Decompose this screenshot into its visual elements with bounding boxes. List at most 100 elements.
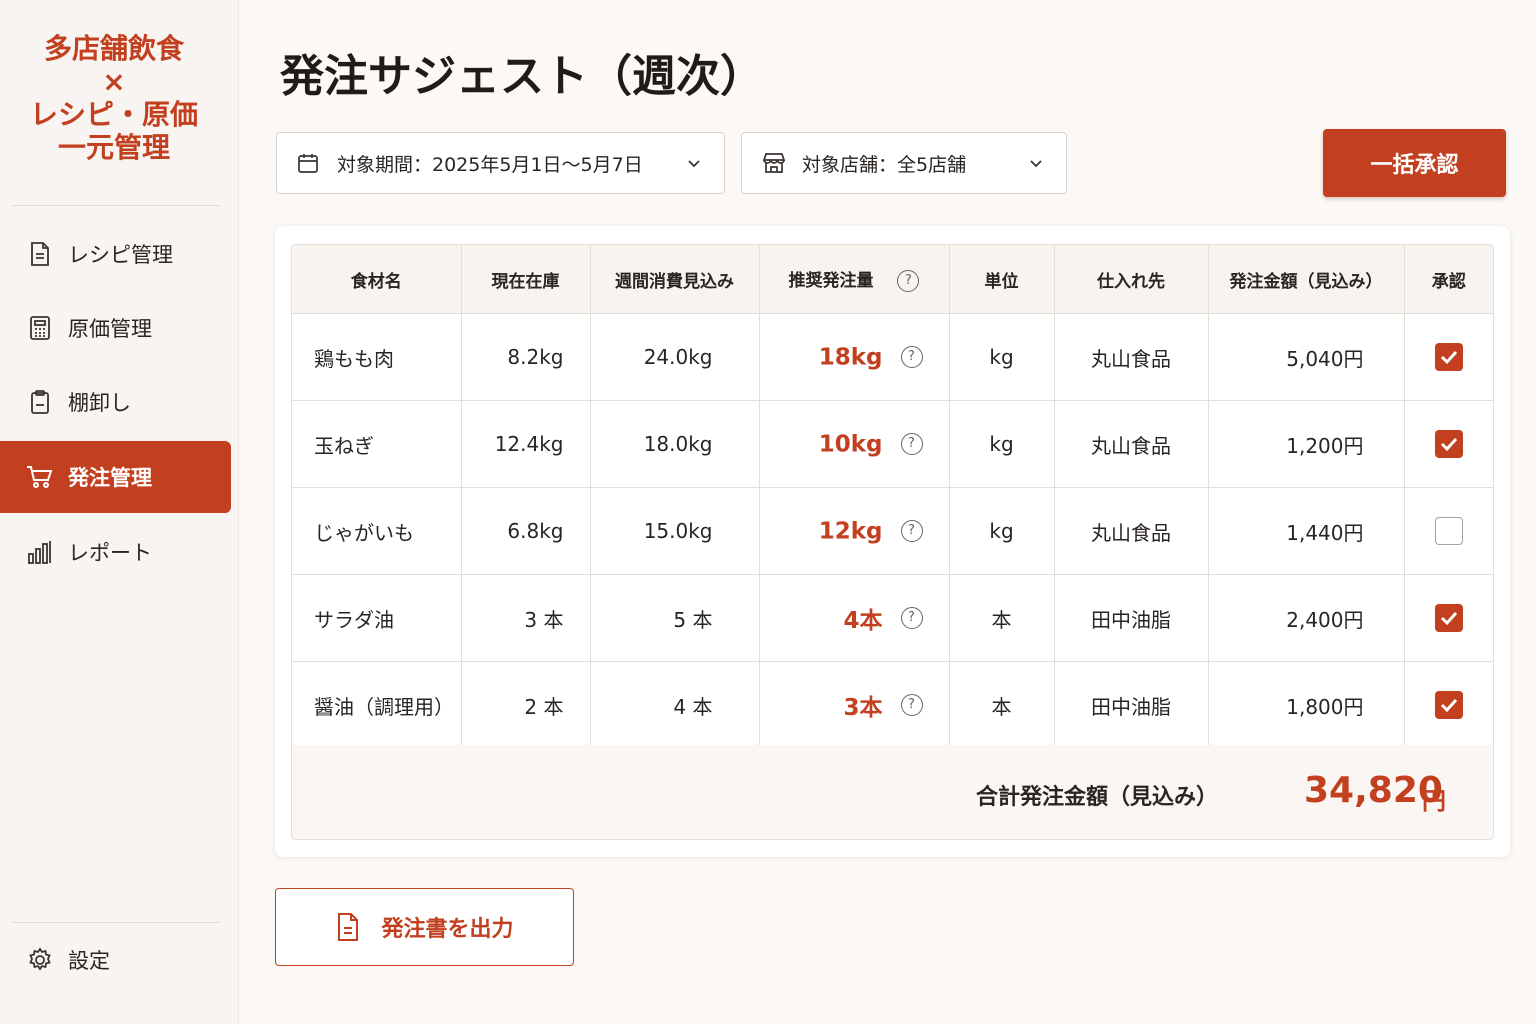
check-icon: [1440, 437, 1457, 452]
sidebar-item-settings[interactable]: 設定: [0, 924, 231, 996]
brand-line: 多店舗飲食: [43, 32, 184, 65]
column-header: 週間消費見込み: [590, 245, 760, 314]
sidebar-item-recipes[interactable]: レシピ管理: [0, 218, 231, 290]
order-amount-cell: 5,040円: [1208, 313, 1405, 401]
column-header: 単位: [949, 245, 1055, 314]
recommended-qty-value: 10kg: [818, 431, 883, 458]
help-icon[interactable]: ?: [897, 270, 920, 292]
help-icon[interactable]: ?: [900, 433, 923, 456]
weekly-usage-cell: 4 本: [590, 661, 760, 749]
current-stock-cell: 3 本: [461, 574, 591, 662]
column-header: 現在在庫: [461, 245, 591, 314]
approve-checkbox[interactable]: [1434, 343, 1463, 371]
ingredient-name-cell: 玉ねぎ: [292, 400, 462, 488]
current-stock-cell: 2 本: [461, 661, 591, 749]
sidebar-item-label: 棚卸し: [68, 391, 131, 415]
approve-checkbox[interactable]: [1434, 691, 1463, 719]
approve-cell: [1404, 661, 1493, 749]
calculator-icon: [26, 314, 54, 342]
total-unit: 円: [1422, 787, 1446, 815]
bulk-approve-button[interactable]: 一括承認: [1323, 129, 1506, 197]
ingredient-name-cell: じゃがいも: [292, 487, 462, 575]
table-row: 鶏もも肉 8.2kg 24.0kg 18kg? kg 丸山食品 5,040円: [292, 313, 1493, 401]
ingredient-name-cell: サラダ油: [292, 574, 462, 662]
calendar-icon: [297, 151, 321, 175]
recommended-qty-cell: 3本?: [759, 661, 950, 749]
weekly-usage-cell: 15.0kg: [590, 487, 760, 575]
recommended-qty-value: 3本: [843, 695, 883, 721]
check-icon: [1440, 698, 1457, 713]
order-amount-cell: 1,440円: [1208, 487, 1405, 575]
sidebar-item-inventory[interactable]: 棚卸し: [0, 366, 231, 438]
current-stock-cell: 8.2kg: [461, 313, 591, 401]
recommended-qty-cell: 12kg?: [759, 487, 950, 575]
unit-cell: kg: [949, 400, 1055, 488]
bar-chart-icon: [26, 538, 54, 566]
export-order-button[interactable]: 発注書を出力: [275, 888, 574, 966]
column-header-label: 推奨発注量: [788, 271, 874, 291]
sidebar-item-reports[interactable]: レポート: [0, 516, 231, 588]
brand-logo: 多店舗飲食 × レシピ・原価 一元管理: [0, 32, 228, 164]
approve-checkbox[interactable]: [1434, 604, 1463, 632]
approve-checkbox[interactable]: [1434, 430, 1463, 458]
supplier-cell: 丸山食品: [1054, 400, 1209, 488]
brand-line: ×: [102, 65, 126, 98]
table-row: じゃがいも 6.8kg 15.0kg 12kg? kg 丸山食品 1,440円: [292, 487, 1493, 575]
recommended-qty-cell: 10kg?: [759, 400, 950, 488]
order-table-wrapper: 食材名 現在在庫 週間消費見込み 推奨発注量 ? 単位 仕入れ先 発注金額（見込…: [291, 244, 1494, 840]
store-filter-value: 対象店舗：全5店舗: [802, 153, 967, 176]
help-icon[interactable]: ?: [900, 607, 923, 629]
sidebar: 多店舗飲食 × レシピ・原価 一元管理 レシピ管理 原価管理 棚卸し 発注管理 …: [0, 0, 239, 1024]
check-icon: [1440, 350, 1457, 365]
ingredient-name-cell: 醤油（調理用）: [292, 661, 462, 749]
unit-cell: kg: [949, 313, 1055, 401]
sidebar-item-label: レポート: [68, 541, 152, 565]
recommended-qty-cell: 4本?: [759, 574, 950, 662]
clipboard-icon: [26, 388, 54, 416]
help-icon[interactable]: ?: [900, 694, 923, 716]
current-stock-cell: 6.8kg: [461, 487, 591, 575]
settings-label: 設定: [68, 949, 110, 973]
weekly-usage-cell: 18.0kg: [590, 400, 760, 488]
total-row: 合計発注金額（見込み） 34,820 円: [292, 745, 1493, 839]
store-filter-dropdown[interactable]: 対象店舗：全5店舗: [741, 132, 1067, 194]
recommended-qty-value: 4本: [843, 608, 883, 634]
approve-cell: [1404, 574, 1493, 662]
period-filter-value: 対象期間：2025年5月1日〜5月7日: [337, 153, 643, 176]
chevron-down-icon: [1026, 153, 1046, 173]
chevron-down-icon: [684, 153, 704, 173]
recommended-qty-value: 12kg: [818, 518, 883, 545]
period-filter-dropdown[interactable]: 対象期間：2025年5月1日〜5月7日: [276, 132, 725, 194]
order-amount-cell: 1,800円: [1208, 661, 1405, 749]
supplier-cell: 丸山食品: [1054, 487, 1209, 575]
sidebar-item-cost[interactable]: 原価管理: [0, 292, 231, 364]
order-amount-cell: 2,400円: [1208, 574, 1405, 662]
weekly-usage-cell: 5 本: [590, 574, 760, 662]
approve-checkbox[interactable]: [1434, 517, 1463, 545]
sidebar-divider: [12, 922, 220, 923]
table-row: 玉ねぎ 12.4kg 18.0kg 10kg? kg 丸山食品 1,200円: [292, 400, 1493, 488]
supplier-cell: 田中油脂: [1054, 661, 1209, 749]
store-icon: [762, 151, 786, 175]
column-header: 発注金額（見込み）: [1208, 245, 1405, 314]
document-icon: [26, 240, 54, 268]
table-header-row: 食材名 現在在庫 週間消費見込み 推奨発注量 ? 単位 仕入れ先 発注金額（見込…: [292, 245, 1493, 314]
cart-icon: [26, 463, 54, 491]
sidebar-divider: [12, 205, 220, 206]
order-table: 食材名 現在在庫 週間消費見込み 推奨発注量 ? 単位 仕入れ先 発注金額（見込…: [292, 245, 1493, 749]
brand-line: レシピ・原価: [29, 98, 198, 131]
unit-cell: 本: [949, 574, 1055, 662]
order-table-card: 食材名 現在在庫 週間消費見込み 推奨発注量 ? 単位 仕入れ先 発注金額（見込…: [275, 226, 1510, 857]
weekly-usage-cell: 24.0kg: [590, 313, 760, 401]
recommended-qty-value: 18kg: [818, 344, 883, 371]
total-label: 合計発注金額（見込み）: [976, 785, 1219, 810]
supplier-cell: 丸山食品: [1054, 313, 1209, 401]
help-icon[interactable]: ?: [900, 520, 923, 543]
current-stock-cell: 12.4kg: [461, 400, 591, 488]
export-button-label: 発注書を出力: [381, 917, 514, 942]
unit-cell: kg: [949, 487, 1055, 575]
recommended-qty-cell: 18kg?: [759, 313, 950, 401]
sidebar-item-label: レシピ管理: [68, 243, 173, 267]
sidebar-item-orders[interactable]: 発注管理: [0, 441, 231, 513]
help-icon[interactable]: ?: [900, 346, 923, 369]
